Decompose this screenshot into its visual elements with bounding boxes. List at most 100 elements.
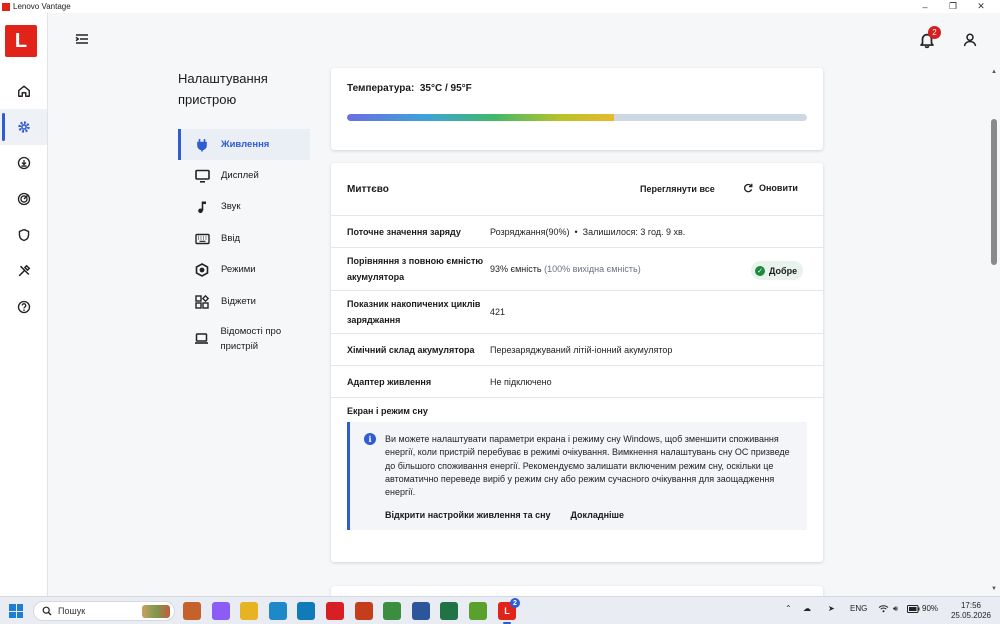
- app-icon: [2, 2, 10, 11]
- title-bar: Lenovo Vantage – ❐ ✕: [0, 0, 1000, 13]
- rail-help[interactable]: [0, 289, 47, 325]
- refresh-icon: [744, 183, 753, 193]
- taskbar-app-badge: 2: [510, 598, 520, 608]
- row-value: 93% ємність (100% вихідна ємність): [490, 264, 641, 274]
- language-indicator[interactable]: ENG: [850, 604, 867, 613]
- search-highlight-image: [142, 605, 170, 618]
- battery-icon: [907, 604, 920, 613]
- row-key: Хімічний склад акумулятора: [347, 345, 475, 355]
- battery-row-adapter: Адаптер живлення Не підключено: [331, 366, 823, 398]
- temperature-bar-fill: [347, 114, 614, 121]
- check-icon: ✓: [755, 265, 765, 276]
- menu-collapse-icon[interactable]: [74, 31, 90, 47]
- taskbar-app-excel[interactable]: [440, 602, 458, 620]
- nav-item-device-info[interactable]: Відомості про пристрій: [178, 324, 293, 360]
- scroll-up-icon[interactable]: ▲: [990, 69, 998, 75]
- search-icon: [42, 606, 52, 616]
- taskbar-app-copilot[interactable]: [183, 602, 201, 620]
- scroll-down-icon[interactable]: ▼: [990, 586, 998, 592]
- maximize-button[interactable]: ❐: [939, 0, 967, 13]
- row-key: Порівняння з повною ємністю акумулятора: [347, 256, 484, 282]
- close-button[interactable]: ✕: [967, 0, 995, 13]
- temperature-label: Температура: 35°C / 95°F: [347, 83, 472, 94]
- clock-date: 25.05.2026: [950, 611, 992, 620]
- taskbar-search[interactable]: Пошук: [33, 601, 175, 621]
- battery-row-capacity: Порівняння з повною ємністю акумулятора …: [331, 248, 823, 291]
- hexagon-icon: [194, 262, 210, 278]
- widgets-icon: [194, 294, 210, 310]
- card-header: Миттєво Переглянути все Оновити: [331, 163, 823, 216]
- cloud-icon[interactable]: ☁: [803, 604, 811, 613]
- scrollbar-thumb[interactable]: [991, 119, 997, 265]
- open-power-settings-link[interactable]: Відкрити настройки живлення та сну: [385, 510, 551, 520]
- taskbar-clock[interactable]: 17:56 25.05.2026: [950, 601, 992, 621]
- taskbar-app-powerpoint[interactable]: [355, 602, 373, 620]
- temperature-card: Температура: 35°C / 95°F: [331, 68, 823, 150]
- laptop-icon: [194, 330, 209, 346]
- row-value: 421: [490, 307, 506, 317]
- row-value: Не підключено: [490, 377, 552, 387]
- minimize-button[interactable]: –: [911, 0, 939, 13]
- nav-item-input[interactable]: Ввід: [178, 223, 310, 254]
- shield-icon: [18, 228, 29, 242]
- windows-start-icon[interactable]: [9, 604, 23, 618]
- taskbar-app-word[interactable]: [412, 602, 430, 620]
- row-key: Поточне значення заряду: [347, 227, 461, 237]
- gear-icon: [17, 121, 30, 133]
- learn-more-link[interactable]: Докладніше: [571, 510, 625, 520]
- taskbar-app-opera[interactable]: [326, 602, 344, 620]
- tray-chevron-icon[interactable]: ⌃: [785, 604, 792, 613]
- left-rail: L: [0, 13, 48, 596]
- nav-item-widgets[interactable]: Віджети: [178, 286, 310, 317]
- info-icon: i: [364, 433, 376, 445]
- taskbar: Пошук L2 ⌃ ☁ ➤ ENG 🔊︎ 90% 17:56 25.05.20…: [0, 596, 1000, 624]
- taskbar-app-torrent[interactable]: [469, 602, 487, 620]
- location-icon[interactable]: ➤: [828, 604, 835, 613]
- taskbar-app-file-explorer[interactable]: [240, 602, 258, 620]
- nav-item-modes[interactable]: Режими: [178, 254, 310, 285]
- battery-row-chemistry: Хімічний склад акумулятора Перезаряджува…: [331, 334, 823, 366]
- user-icon[interactable]: [962, 32, 978, 48]
- temperature-bar: [347, 114, 807, 121]
- volume-icon[interactable]: 🔊︎: [893, 604, 898, 614]
- info-links: Відкрити настройки живлення та сну Докла…: [385, 510, 624, 520]
- home-icon: [17, 85, 30, 97]
- radar-icon: [17, 192, 30, 206]
- taskbar-app-desktop[interactable]: [269, 602, 287, 620]
- taskbar-app-chrome[interactable]: [383, 602, 401, 620]
- keyboard-icon: [194, 231, 210, 247]
- tools-icon: [18, 264, 30, 277]
- rail-hardware[interactable]: [0, 181, 47, 217]
- lenovo-logo[interactable]: L: [5, 25, 37, 57]
- nav-item-sound[interactable]: Звук: [178, 191, 310, 222]
- nav-item-display[interactable]: Дисплей: [178, 160, 310, 191]
- rail-updates[interactable]: [0, 145, 47, 181]
- rail-device[interactable]: [0, 109, 47, 145]
- taskbar-app-edge[interactable]: [297, 602, 315, 620]
- sleep-info-box: i Ви можете налаштувати параметри екрана…: [347, 422, 807, 530]
- taskbar-app-vantage[interactable]: L2: [498, 598, 520, 624]
- rail-home[interactable]: [0, 73, 47, 109]
- refresh-button[interactable]: Оновити: [743, 183, 798, 193]
- battery-indicator[interactable]: 90%: [907, 604, 938, 613]
- search-placeholder: Пошук: [58, 606, 86, 616]
- refresh-label: Оновити: [759, 183, 798, 193]
- card-title: Миттєво: [347, 184, 389, 195]
- temperature-value: 35°C / 95°F: [419, 83, 472, 94]
- status-badge: ✓ Добре: [751, 261, 804, 280]
- rail-tools[interactable]: [0, 253, 47, 289]
- nav-item-label: Дисплей: [221, 170, 259, 181]
- rail-security[interactable]: [0, 217, 47, 253]
- monitor-icon: [194, 168, 210, 184]
- nav-item-power[interactable]: Живлення: [178, 129, 310, 160]
- taskbar-app-colorful[interactable]: [212, 602, 230, 620]
- scrollbar[interactable]: ▲ ▼: [990, 67, 998, 596]
- view-all-link[interactable]: Переглянути все: [640, 184, 715, 194]
- wifi-icon[interactable]: [878, 604, 889, 613]
- row-key: Показник накопичених циклів заряджання: [347, 299, 481, 325]
- nav-item-label: Режими: [221, 264, 256, 275]
- clock-time: 17:56: [960, 601, 982, 610]
- nav-item-label: Віджети: [221, 296, 256, 307]
- notification-badge: 2: [928, 26, 941, 39]
- nav-item-label: Ввід: [221, 233, 241, 244]
